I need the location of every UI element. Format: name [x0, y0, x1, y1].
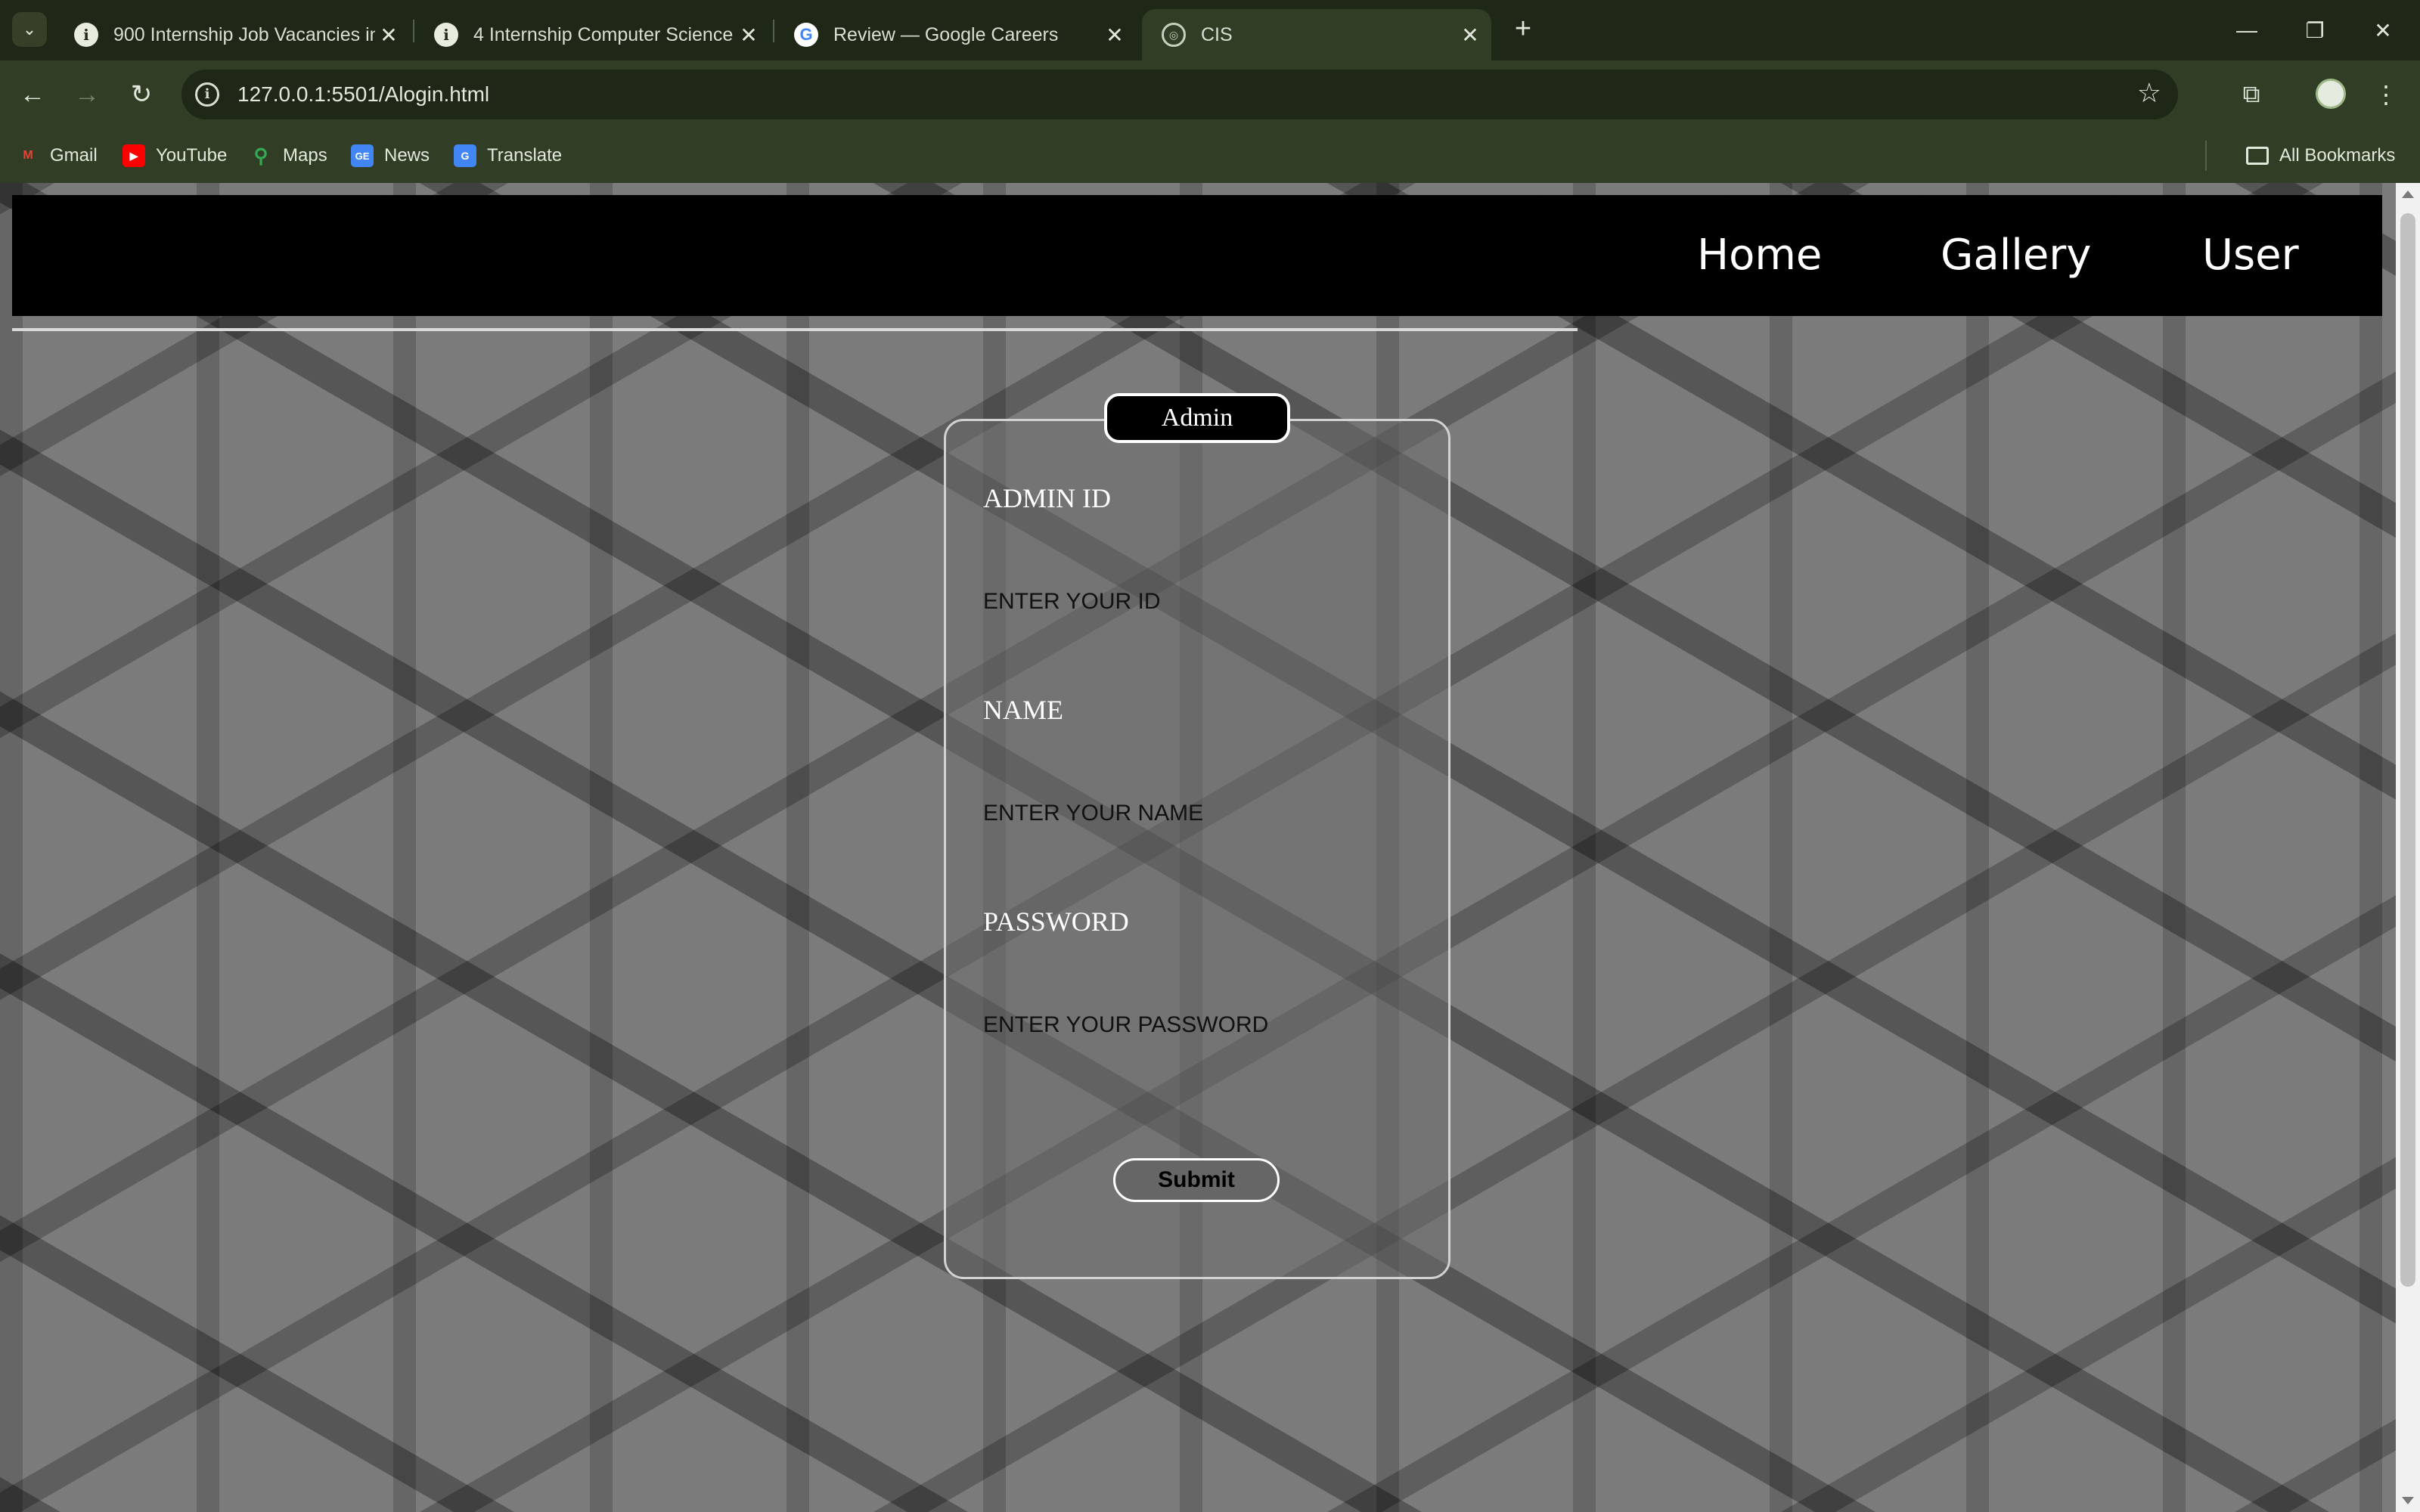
all-bookmarks-label: All Bookmarks [2279, 145, 2396, 166]
maps-icon: ⚲ [253, 144, 268, 167]
bookmark-label: YouTube [156, 145, 228, 166]
tab-title: 4 Internship Computer Science [473, 23, 734, 45]
tab-internship-cs[interactable]: i 4 Internship Computer Science ✕ [414, 9, 770, 60]
tab-cis[interactable]: ◎ CIS ✕ [1142, 9, 1491, 60]
profile-avatar[interactable] [2316, 79, 2346, 109]
bookmark-youtube[interactable]: ▶ YouTube [123, 139, 227, 172]
globe-icon: ◎ [1162, 23, 1186, 47]
url-text[interactable]: 127.0.0.1:5501/Alogin.html [237, 82, 489, 107]
forward-arrow-icon[interactable]: → [68, 76, 106, 113]
news-icon: GE [351, 144, 374, 167]
page-scrollbar[interactable] [2396, 183, 2420, 1512]
name-label: NAME [983, 695, 1063, 725]
site-info-icon[interactable]: i [195, 82, 219, 107]
extensions-puzzle-icon[interactable]: ⧉ [2232, 76, 2270, 113]
scroll-up-arrow-icon[interactable] [2402, 191, 2414, 198]
reload-icon[interactable]: ↻ [123, 76, 160, 113]
submit-button[interactable]: Submit [1113, 1158, 1280, 1202]
youtube-icon: ▶ [123, 144, 145, 167]
password-label: PASSWORD [983, 906, 1129, 937]
info-icon: i [434, 23, 458, 47]
nav-gallery-link[interactable]: Gallery [1941, 228, 2091, 283]
admin-id-input[interactable] [983, 579, 1301, 624]
tab-title: Review — Google Careers [833, 23, 1059, 45]
back-arrow-icon[interactable]: ← [14, 76, 51, 113]
all-bookmarks[interactable]: All Bookmarks [2246, 139, 2395, 172]
bookmark-star-icon[interactable]: ☆ [2137, 77, 2161, 109]
close-tab-icon[interactable]: ✕ [375, 23, 402, 48]
folder-icon [2246, 147, 2269, 165]
name-input[interactable] [983, 791, 1301, 836]
scrollbar-thumb[interactable] [2400, 213, 2415, 1287]
admin-id-label: ADMIN ID [983, 483, 1111, 513]
tab-google-careers[interactable]: G Review — Google Careers ✕ [774, 9, 1136, 60]
google-icon: G [794, 23, 818, 47]
bookmark-label: Maps [283, 145, 327, 166]
bookmark-label: Translate [487, 145, 563, 166]
nav-home-link[interactable]: Home [1697, 228, 1822, 283]
admin-login-form [944, 419, 1450, 1279]
form-legend: Admin [1104, 393, 1290, 443]
bookmarks-separator [2205, 141, 2207, 171]
close-tab-icon[interactable]: ✕ [1101, 23, 1128, 48]
bookmarks-bar: M Gmail ▶ YouTube ⚲ Maps GE News G Trans… [0, 129, 2420, 183]
tab-strip: ⌄ i 900 Internship Job Vacancies in ✕ i … [0, 0, 2420, 60]
password-input[interactable] [983, 1002, 1301, 1048]
bookmark-label: News [384, 145, 430, 166]
gmail-icon: M [23, 149, 33, 162]
browser-toolbar: ← → ↻ i 127.0.0.1:5501/Alogin.html ☆ ⧉ ⋮ [0, 60, 2420, 129]
bookmark-label: Gmail [50, 145, 98, 166]
site-navbar: Home Gallery User [12, 195, 2382, 316]
bookmark-gmail[interactable]: M Gmail [17, 139, 98, 172]
tab-title: 900 Internship Job Vacancies in [113, 23, 375, 45]
minimize-icon[interactable]: — [2213, 8, 2281, 53]
tab-internship-vacancies[interactable]: i 900 Internship Job Vacancies in ✕ [54, 9, 410, 60]
nav-divider [12, 328, 1578, 331]
bookmark-translate[interactable]: G Translate [454, 139, 562, 172]
kebab-menu-icon[interactable]: ⋮ [2367, 76, 2405, 113]
new-tab-button[interactable]: + [1506, 14, 1540, 47]
close-tab-icon[interactable]: ✕ [735, 23, 762, 48]
page-viewport: Home Gallery User Admin ADMIN ID NAME PA… [0, 183, 2396, 1512]
close-window-icon[interactable]: ✕ [2349, 8, 2417, 53]
address-bar[interactable]: i 127.0.0.1:5501/Alogin.html ☆ [182, 70, 2178, 119]
bookmark-news[interactable]: GE News [351, 139, 430, 172]
translate-icon: G [454, 144, 476, 167]
bookmark-maps[interactable]: ⚲ Maps [250, 139, 327, 172]
nav-user-link[interactable]: User [2202, 228, 2299, 283]
scroll-down-arrow-icon[interactable] [2402, 1497, 2414, 1504]
tab-search-chevron-icon[interactable]: ⌄ [12, 12, 47, 47]
info-icon: i [74, 23, 98, 47]
close-tab-icon[interactable]: ✕ [1457, 23, 1484, 48]
restore-icon[interactable]: ❐ [2281, 8, 2349, 53]
tab-title: CIS [1201, 23, 1233, 45]
